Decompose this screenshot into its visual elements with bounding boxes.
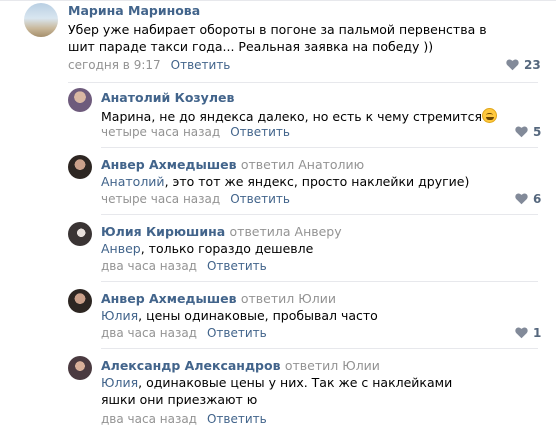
comment-author[interactable]: Юлия Кирюшина ответила Анверу — [101, 224, 342, 239]
reply-target[interactable]: ответил Юлии — [241, 291, 336, 306]
comment-meta: четыре часа назад Ответить — [101, 125, 290, 139]
addressee-link[interactable]: Анвер — [101, 241, 141, 256]
like-count: 5 — [533, 125, 542, 139]
avatar[interactable] — [68, 289, 92, 313]
comment-meta: четыре часа назад Ответить — [101, 192, 290, 206]
like-button[interactable]: 6 — [515, 192, 541, 206]
comment-text: Убер уже набирает обороты в погоне за па… — [68, 22, 487, 54]
comment-meta: два часа назад Ответить — [101, 326, 267, 340]
comment-text: Анвер, только гораздо дешевле — [101, 241, 314, 256]
divider — [101, 214, 538, 215]
comment-meta: сегодня в 9:17 Ответить — [68, 58, 230, 72]
addressee-link[interactable]: Юлия — [101, 375, 138, 390]
reply-target[interactable]: ответила Анверу — [230, 224, 342, 239]
divider — [101, 147, 538, 148]
reply-button[interactable]: Ответить — [207, 412, 267, 426]
reply-button[interactable]: Ответить — [207, 326, 267, 340]
avatar[interactable] — [68, 155, 92, 179]
like-count: 23 — [524, 58, 541, 72]
avatar[interactable] — [68, 222, 92, 246]
reply-target[interactable]: ответил Анатолию — [241, 157, 364, 172]
avatar[interactable] — [68, 356, 92, 380]
comment-time[interactable]: сегодня в 9:17 — [68, 58, 161, 72]
reply-button[interactable]: Ответить — [207, 259, 267, 273]
comment-meta: два часа назад Ответить — [101, 259, 267, 273]
comment-text: Юлия, цены одинаковые, пробывал часто — [101, 308, 378, 323]
reply-target[interactable]: ответил Юлии — [285, 358, 380, 373]
heart-icon — [515, 193, 528, 205]
reply-button[interactable]: Ответить — [171, 58, 231, 72]
comment-meta: два часа назад Ответить — [101, 412, 267, 426]
heart-icon — [515, 126, 528, 138]
reply-button[interactable]: Ответить — [230, 192, 290, 206]
like-button[interactable]: 23 — [506, 58, 541, 72]
comment-time[interactable]: четыре часа назад — [101, 125, 220, 139]
comment-author[interactable]: Анатолий Козулев — [101, 90, 234, 105]
reply-button[interactable]: Ответить — [230, 125, 290, 139]
like-count: 6 — [533, 192, 542, 206]
addressee-link[interactable]: Анатолий — [101, 174, 165, 189]
comment-time[interactable]: четыре часа назад — [101, 192, 220, 206]
avatar[interactable] — [24, 3, 58, 37]
divider — [101, 348, 538, 349]
heart-icon — [515, 327, 528, 339]
divider — [101, 281, 538, 282]
comment-time[interactable]: два часа назад — [101, 259, 197, 273]
comment-author[interactable]: Александр Александров ответил Юлии — [101, 358, 380, 373]
avatar[interactable] — [68, 88, 92, 112]
like-button[interactable]: 5 — [515, 125, 541, 139]
comment-author[interactable]: Анвер Ахмедышев ответил Юлии — [101, 291, 336, 306]
heart-icon — [506, 59, 519, 71]
comment-time[interactable]: два часа назад — [101, 326, 197, 340]
rofl-emoji-icon — [481, 108, 497, 123]
like-count: 1 — [533, 326, 542, 340]
comment-author[interactable]: Анвер Ахмедышев ответил Анатолию — [101, 157, 364, 172]
comment-text: Юлия, одинаковые цены у них. Так же с на… — [101, 375, 453, 407]
top-divider — [0, 0, 556, 1]
comment-text: Анатолий, это тот же яндекс, просто накл… — [101, 174, 470, 189]
divider — [68, 82, 538, 83]
addressee-link[interactable]: Юлия — [101, 308, 138, 323]
comment-text: Марина, не до яндекса далеко, но есть к … — [101, 106, 521, 125]
like-button[interactable]: 1 — [515, 326, 541, 340]
comment-time[interactable]: два часа назад — [101, 412, 197, 426]
comment-author[interactable]: Марина Маринова — [68, 3, 200, 18]
